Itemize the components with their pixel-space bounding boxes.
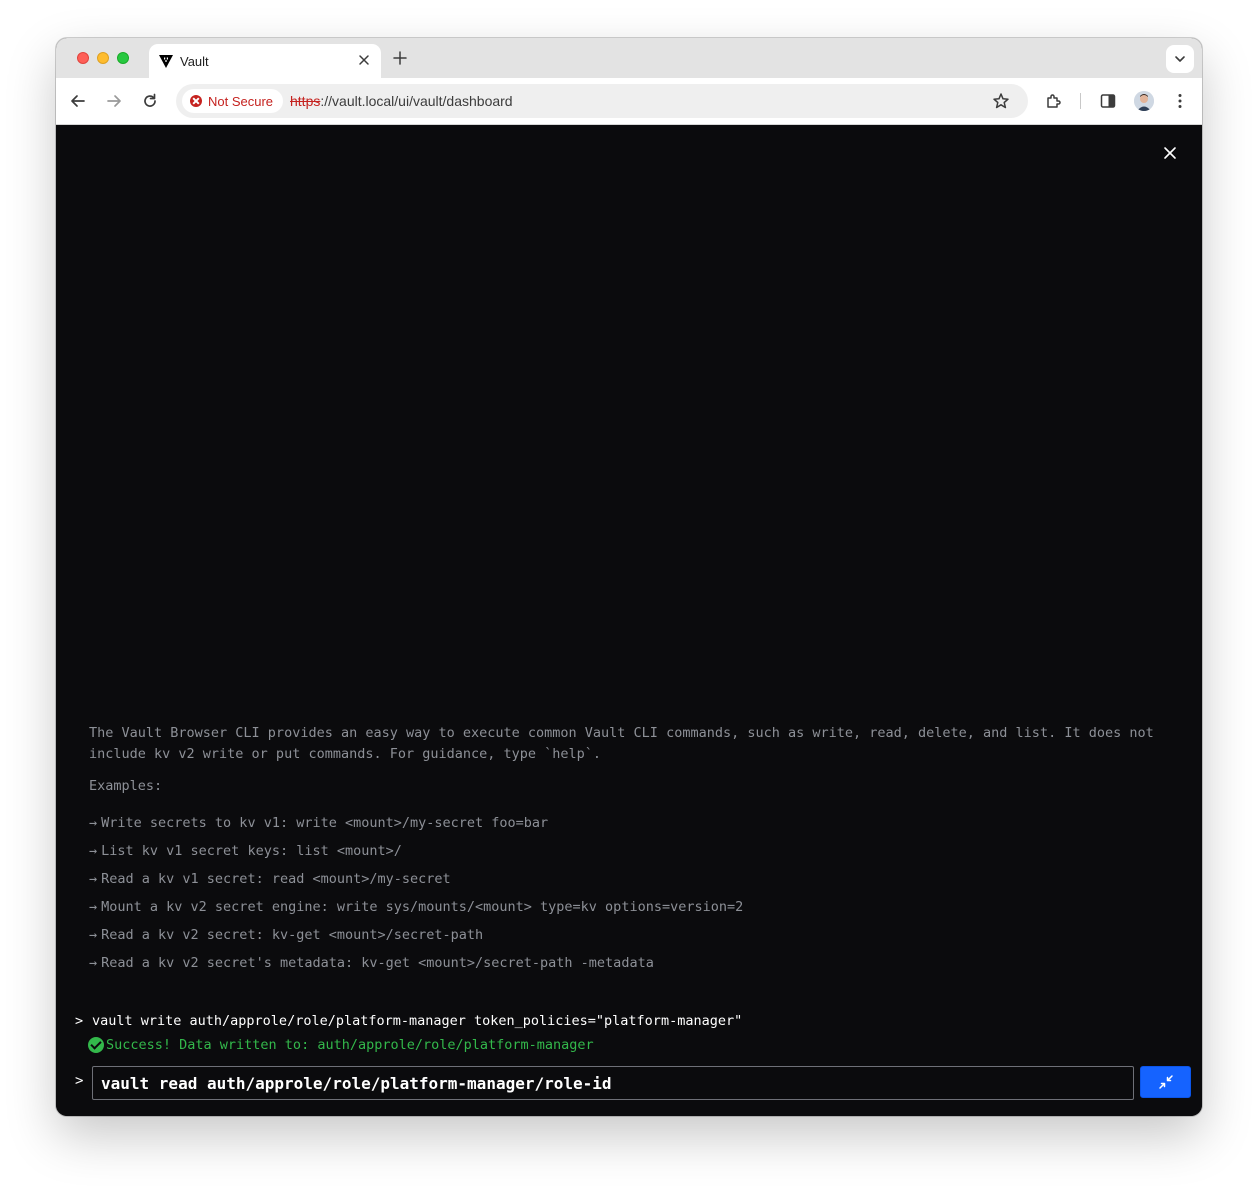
toolbar-divider [1080,93,1081,109]
example-text: Read a kv v2 secret's metadata: kv-get <… [101,955,654,971]
tab-strip: Vault [56,38,1202,78]
security-chip[interactable]: Not Secure [182,89,284,113]
avatar-icon [1134,91,1154,111]
side-panel-icon [1100,94,1116,108]
success-text: Success! Data written to: auth/approle/r… [106,1037,594,1053]
input-prompt-chevron-icon: > [75,1073,84,1089]
tab-search-button[interactable] [1166,45,1194,73]
forward-button[interactable] [102,89,126,113]
reload-icon [144,93,156,107]
example-item: → List kv v1 secret keys: list <mount>/ [89,843,743,871]
tab-vault[interactable]: Vault [149,44,381,78]
example-item: → Read a kv v1 secret: read <mount>/my-se… [89,871,743,899]
address-bar[interactable]: Not Secure https://vault.local/ui/vault/… [176,84,1028,118]
bookmark-star-icon[interactable] [992,92,1010,110]
history-command-text: vault write auth/approle/role/platform-m… [92,1013,743,1029]
chevron-down-icon [1175,56,1185,62]
example-text: Read a kv v2 secret: kv-get <mount>/secr… [101,927,484,943]
url-scheme: https [290,93,321,109]
console-intro-text: The Vault Browser CLI provides an easy w… [89,725,1154,762]
profile-avatar[interactable] [1134,91,1154,111]
close-window-button[interactable] [77,52,89,64]
security-chip-label: Not Secure [208,93,274,109]
reload-button[interactable] [138,89,162,113]
arrow-right-icon: → [89,899,98,915]
vault-console-panel: The Vault Browser CLI provides an easy w… [56,125,1202,1116]
menu-button[interactable] [1168,89,1192,113]
arrow-right-icon: → [89,815,98,831]
browser-toolbar: Not Secure https://vault.local/ui/vault/… [56,78,1202,125]
example-text: List kv v1 secret keys: list <mount>/ [101,843,402,859]
url-path: ://vault.local/ui/vault/dashboard [320,93,513,109]
close-tab-icon[interactable] [356,52,372,68]
close-console-button[interactable] [1160,143,1180,163]
minimize-window-button[interactable] [97,52,109,64]
arrow-right-icon [107,95,121,107]
minimize-console-button[interactable] [1140,1066,1191,1098]
close-icon [1164,147,1176,159]
puzzle-icon [1047,94,1061,108]
arrow-right-icon: → [89,843,98,859]
examples-heading: Examples: [89,778,163,794]
example-text: Mount a kv v2 secret engine: write sys/m… [101,899,744,915]
success-message: Success! Data written to: auth/approle/r… [88,1037,594,1053]
examples-list: → Write secrets to kv v1: write <mount>/m… [89,815,743,983]
kebab-menu-icon [1178,94,1182,108]
history-command: > vault write auth/approle/role/platform-… [75,1013,742,1029]
back-button[interactable] [66,89,90,113]
extensions-button[interactable] [1042,89,1066,113]
arrow-right-icon: → [89,955,98,971]
browser-window: Vault Not Secure https://vault.local/ui/… [56,38,1202,1116]
side-panel-button[interactable] [1096,89,1120,113]
example-text: Write secrets to kv v1: write <mount>/my… [101,815,549,831]
example-item: → Read a kv v2 secret's metadata: kv-get … [89,955,743,983]
not-secure-icon [190,95,202,107]
example-item: → Write secrets to kv v1: write <mount>/m… [89,815,743,843]
url-text[interactable]: https://vault.local/ui/vault/dashboard [290,93,513,109]
new-tab-icon[interactable] [392,50,408,66]
arrow-right-icon: → [89,927,98,943]
prompt-chevron-icon: > [75,1013,84,1029]
check-circle-icon [88,1037,104,1053]
tab-title: Vault [180,54,209,69]
maximize-window-button[interactable] [117,52,129,64]
cli-command-input[interactable] [92,1066,1134,1100]
example-item: → Read a kv v2 secret: kv-get <mount>/sec… [89,927,743,955]
example-item: → Mount a kv v2 secret engine: write sys/… [89,899,743,927]
vault-triangle-icon [159,55,173,68]
example-text: Read a kv v1 secret: read <mount>/my-sec… [101,871,451,887]
window-controls [77,52,129,64]
arrow-left-icon [71,95,85,107]
arrow-right-icon: → [89,871,98,887]
minimize-icon [1158,1075,1173,1089]
